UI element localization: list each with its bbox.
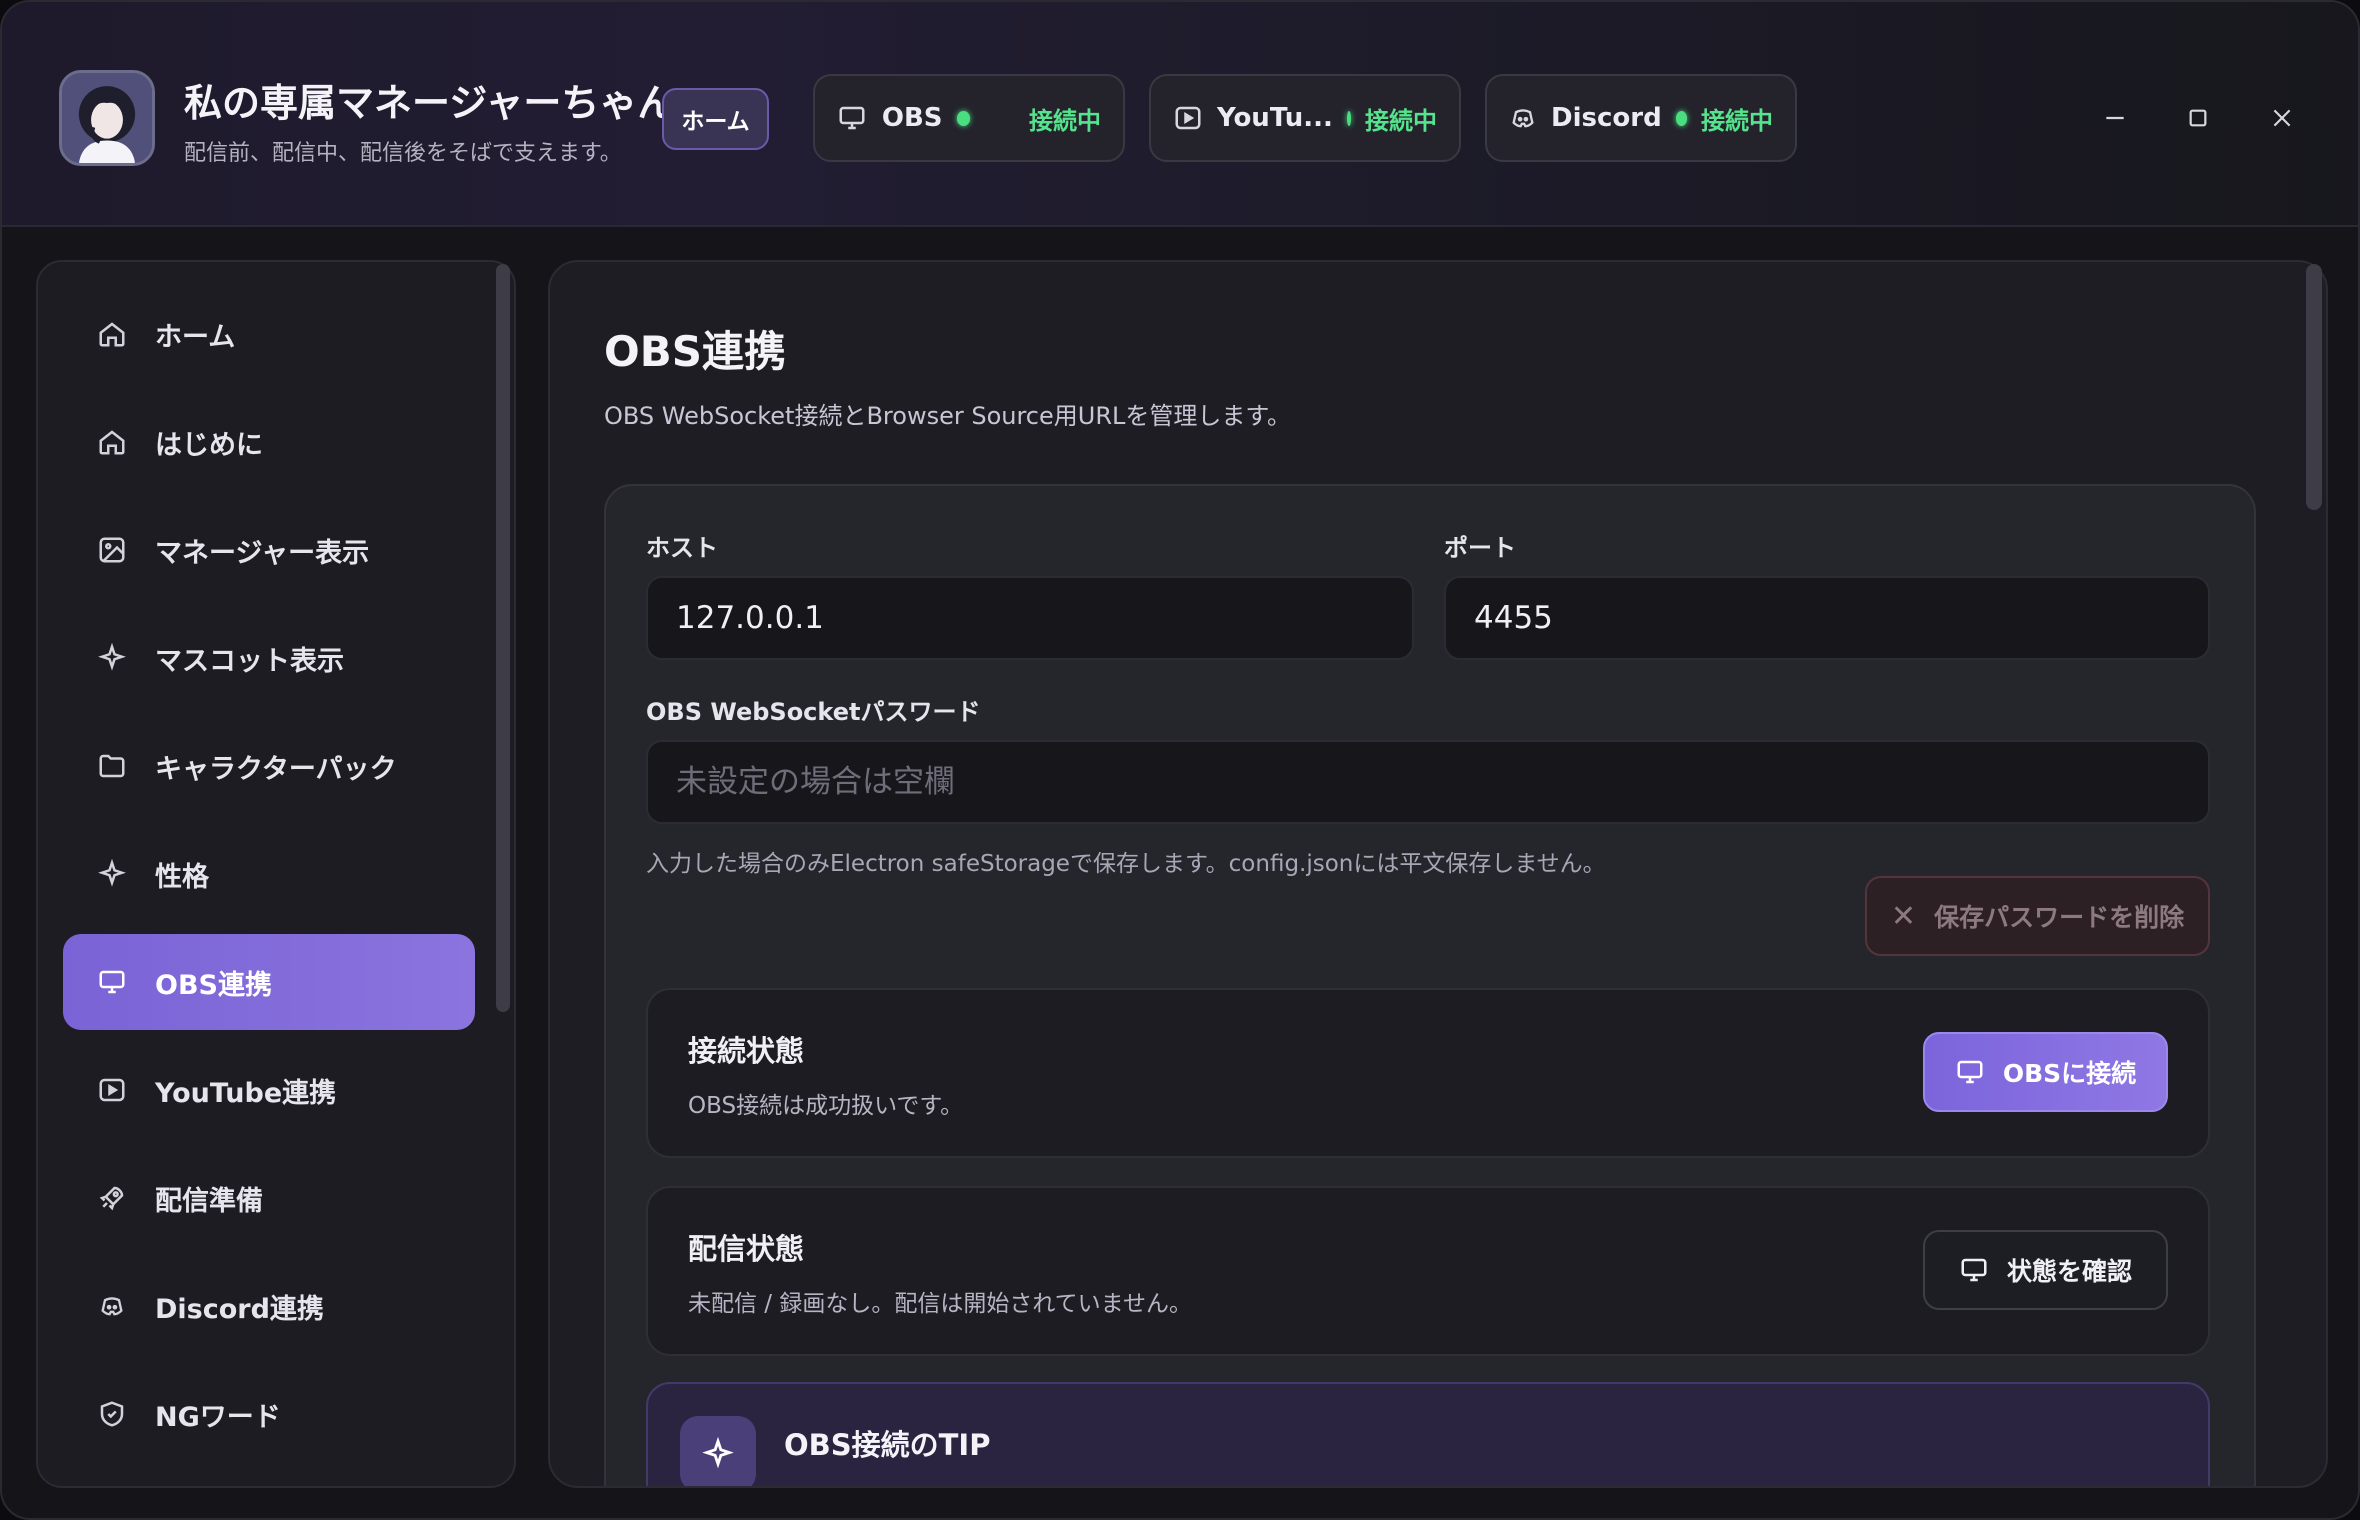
password-input[interactable]: [646, 740, 2210, 824]
sidebar-item-obs[interactable]: OBS連携: [63, 934, 475, 1030]
check-status-label: 状態を確認: [2006, 1257, 2132, 1286]
connection-status-desc: OBS接続は成功扱いです。: [688, 1093, 964, 1119]
sidebar-item-character-pack[interactable]: キャラクターパック: [63, 718, 475, 814]
sidebar-item-youtube[interactable]: YouTube連携: [63, 1042, 475, 1138]
page-description: OBS WebSocket接続とBrowser Source用URLを管理します…: [604, 402, 1291, 430]
connection-status-card: 接続状態 OBS接続は成功扱いです。 OBSに接続: [646, 988, 2210, 1158]
app-window: 私の専属マネージャーちゃん 配信前、配信中、配信後をそばで支えます。 ホーム O…: [0, 0, 2360, 1520]
stream-status-desc: 未配信 / 録画なし。配信は開始されていません。: [688, 1291, 1192, 1317]
delete-saved-password-button[interactable]: ✕ 保存パスワードを削除: [1865, 876, 2210, 956]
connect-obs-button[interactable]: OBSに接続: [1923, 1032, 2168, 1112]
app-subtitle: 配信前、配信中、配信後をそばで支えます。: [184, 141, 622, 166]
tip-title: OBS接続のTIP: [784, 1428, 991, 1462]
sidebar-item-discord[interactable]: Discord連携: [63, 1258, 475, 1354]
monitor-icon: [837, 101, 868, 135]
host-input[interactable]: [646, 576, 1414, 660]
sidebar-item-label: YouTube連携: [155, 1077, 337, 1109]
status-dot: [1675, 110, 1687, 126]
password-hint: 入力した場合のみElectron safeStorageで保存します。confi…: [646, 851, 1606, 877]
close-icon[interactable]: [2262, 98, 2302, 138]
password-label: OBS WebSocketパスワード: [646, 698, 981, 726]
stream-status-card: 配信状態 未配信 / 録画なし。配信は開始されていません。 状態を確認: [646, 1186, 2210, 1356]
check-status-button[interactable]: 状態を確認: [1923, 1230, 2168, 1310]
sidebar-item-label: キャラクターパック: [155, 753, 397, 785]
discord-icon: [1509, 101, 1537, 135]
main-panel: OBS連携 OBS WebSocket接続とBrowser Source用URL…: [548, 260, 2328, 1488]
port-label: ポート: [1444, 534, 1516, 562]
title-bar: 私の専属マネージャーちゃん 配信前、配信中、配信後をそばで支えます。 ホーム O…: [2, 2, 2358, 227]
sparkle-icon: [95, 641, 129, 675]
obs-settings-card: ホスト ポート OBS WebSocketパスワード 入力した場合のみElect…: [604, 484, 2256, 1486]
minimize-icon[interactable]: [2095, 98, 2135, 138]
status-state: 接続中: [1701, 106, 1773, 135]
discord-icon: [95, 1289, 129, 1323]
home-chip-button[interactable]: ホーム: [662, 88, 769, 150]
play-icon: [1173, 101, 1203, 135]
app-title: 私の専属マネージャーちゃん: [184, 81, 676, 125]
home-icon: [95, 317, 129, 351]
sidebar-item-personality[interactable]: 性格: [63, 826, 475, 922]
page-title: OBS連携: [604, 327, 786, 376]
sidebar-item-getting-started[interactable]: はじめに: [63, 394, 475, 490]
image-icon: [95, 533, 129, 567]
sidebar-item-label: 配信準備: [155, 1185, 263, 1217]
sidebar-item-label: OBS連携: [155, 969, 272, 1001]
sidebar-item-label: 性格: [155, 861, 209, 893]
play-icon: [95, 1073, 129, 1107]
sparkle-icon: [95, 857, 129, 891]
sidebar-item-label: マネージャー表示: [155, 537, 370, 569]
status-dot: [1346, 110, 1351, 126]
monitor-icon: [1959, 1254, 1991, 1286]
home-icon: [95, 425, 129, 459]
status-dot: [956, 110, 971, 126]
status-state: 接続中: [1365, 106, 1437, 135]
sidebar-item-manager-display[interactable]: マネージャー表示: [63, 502, 475, 598]
stream-status-title: 配信状態: [688, 1232, 805, 1266]
sidebar-item-label: はじめに: [155, 429, 263, 461]
sidebar-item-home[interactable]: ホーム: [63, 286, 475, 382]
sidebar-scrollbar[interactable]: [496, 264, 510, 1012]
sidebar-item-label: NGワード: [155, 1401, 281, 1433]
status-name: Discord: [1551, 103, 1662, 133]
status-pill-youtube[interactable]: YouTu... 接続中: [1149, 74, 1461, 162]
app-logo-avatar: [59, 70, 155, 166]
status-state: 接続中: [1028, 106, 1101, 135]
folder-icon: [95, 749, 129, 783]
status-pill-obs[interactable]: OBS 接続中: [813, 74, 1125, 162]
main-scrollbar[interactable]: [2306, 264, 2322, 510]
monitor-icon: [1955, 1056, 1987, 1088]
sidebar-item-mascot-display[interactable]: マスコット表示: [63, 610, 475, 706]
status-name: YouTu...: [1217, 103, 1333, 133]
connect-obs-label: OBSに接続: [2002, 1059, 2137, 1088]
sidebar: ホーム はじめに マネージャー表示 マスコット表示 キャラクターパック 性格 O…: [36, 260, 516, 1488]
host-label: ホスト: [646, 534, 718, 562]
sidebar-item-label: ホーム: [155, 321, 236, 353]
sidebar-item-stream-prep[interactable]: 配信準備: [63, 1150, 475, 1246]
rocket-icon: [95, 1181, 129, 1215]
sidebar-item-ng-words[interactable]: NGワード: [63, 1366, 475, 1462]
obs-tip-card: OBS接続のTIP: [646, 1382, 2210, 1486]
connection-status-title: 接続状態: [688, 1034, 805, 1068]
delete-password-label: 保存パスワードを削除: [1934, 903, 2185, 932]
shield-icon: [95, 1397, 129, 1431]
sidebar-item-label: Discord連携: [155, 1293, 324, 1325]
maximize-icon[interactable]: [2178, 98, 2218, 138]
sidebar-item-label: マスコット表示: [155, 645, 344, 677]
sparkle-icon: [680, 1416, 756, 1486]
monitor-icon: [95, 965, 129, 999]
close-icon: ✕: [1890, 898, 1917, 934]
status-name: OBS: [881, 103, 943, 133]
port-input[interactable]: [1444, 576, 2210, 660]
status-pill-discord[interactable]: Discord 接続中: [1485, 74, 1797, 162]
